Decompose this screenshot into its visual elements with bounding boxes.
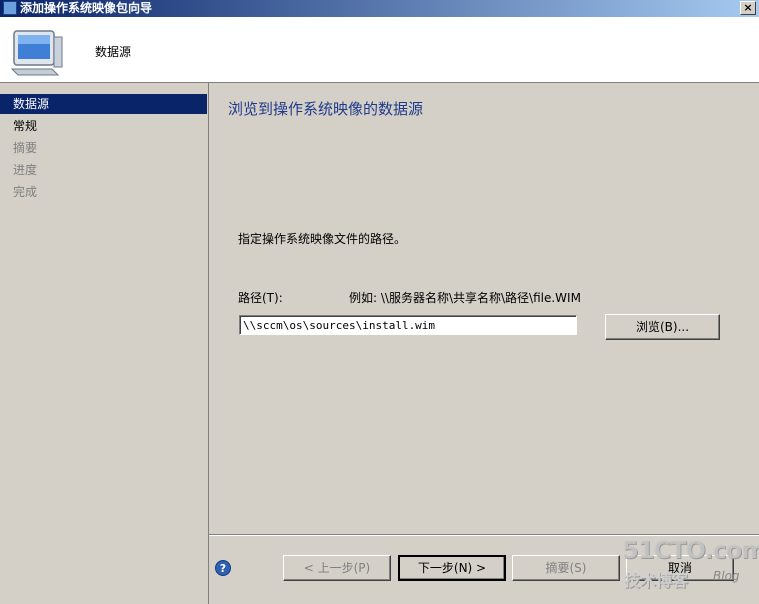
nav-item-general[interactable]: 常规	[0, 116, 207, 136]
path-label: 路径(T):	[238, 291, 283, 305]
nav-item-progress[interactable]: 进度	[0, 160, 207, 180]
computer-icon	[10, 30, 63, 76]
help-icon[interactable]: ?	[215, 560, 231, 576]
wizard-app-icon	[3, 1, 17, 15]
footer-divider	[209, 534, 759, 536]
next-button[interactable]: 下一步(N) >	[398, 555, 506, 581]
wizard-header: 数据源	[0, 17, 759, 83]
page-title: 浏览到操作系统映像的数据源	[228, 100, 424, 118]
nav-item-completion[interactable]: 完成	[0, 182, 207, 202]
nav-item-data-source[interactable]: 数据源	[0, 94, 207, 114]
title-bar: 添加操作系统映像包向导 ×	[0, 0, 759, 17]
window-title: 添加操作系统映像包向导	[20, 1, 153, 15]
content-panel: 浏览到操作系统映像的数据源 指定操作系统映像文件的路径。 路径(T): 例如: …	[209, 83, 759, 533]
path-example: 例如: \\服务器名称\共享名称\路径\file.WIM	[349, 291, 581, 305]
nav-item-summary[interactable]: 摘要	[0, 138, 207, 158]
path-input[interactable]	[239, 315, 577, 335]
close-button[interactable]: ×	[740, 1, 756, 15]
browse-button[interactable]: 浏览(B)...	[605, 314, 720, 340]
instruction-text: 指定操作系统映像文件的路径。	[238, 232, 407, 246]
step-nav-panel: 数据源 常规 摘要 进度 完成	[0, 83, 209, 604]
cancel-button[interactable]: 取消	[626, 555, 734, 581]
summary-button[interactable]: 摘要(S)	[512, 555, 620, 581]
header-title: 数据源	[95, 45, 132, 59]
previous-button[interactable]: < 上一步(P)	[283, 555, 391, 581]
